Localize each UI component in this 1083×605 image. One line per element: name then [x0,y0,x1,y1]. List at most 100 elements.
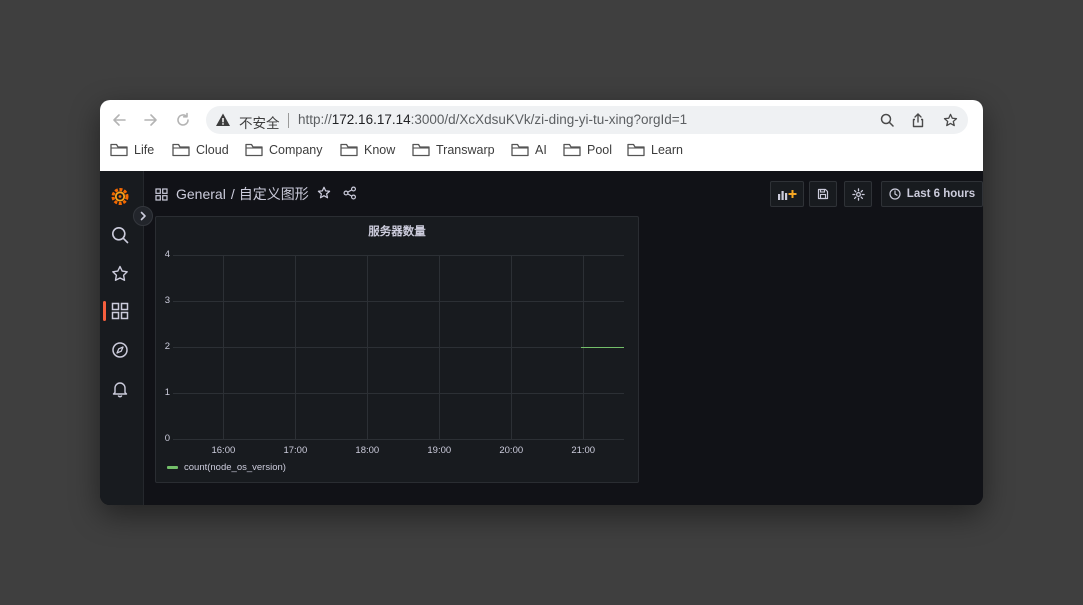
add-panel-button[interactable] [770,181,804,207]
share-page-button[interactable] [909,111,927,129]
bookmark-label: AI [535,143,547,157]
zoom-button[interactable] [878,111,896,129]
bookmark-star-icon [943,113,957,126]
share-nodes-icon [343,186,356,200]
grid-line-vertical [223,255,225,439]
bookmark-folder-learn[interactable]: Learn [627,143,683,157]
bookmark-folder-pool[interactable]: Pool [563,143,612,157]
security-status-label[interactable]: 不安全 [239,112,280,132]
home-logo-link[interactable] [110,186,130,206]
forward-button[interactable] [139,108,163,132]
sidemenu-explore[interactable] [110,340,130,360]
star-icon [112,265,128,281]
reload-icon [177,112,189,126]
panel-title[interactable]: 服务器数量 [156,223,638,239]
clock-icon [889,188,901,200]
folder-icon [563,143,581,157]
forward-arrow-icon [144,114,157,126]
sidemenu-dashboards[interactable] [110,301,130,321]
folder-icon [627,143,645,157]
save-dashboard-button[interactable] [809,181,837,207]
share-dashboard-button[interactable] [343,186,357,203]
x-tick-label: 17:00 [283,445,308,456]
sidemenu-search[interactable] [110,225,130,245]
star-outline-icon [317,186,330,198]
bookmark-star-button[interactable] [941,111,959,129]
bookmark-folder-ai[interactable]: AI [511,143,547,157]
dashboard-settings-button[interactable] [844,181,872,207]
browser-window: 不安全 http://172.16.17.14:3000/d/XcXdsuKVk… [100,100,983,505]
legend-color-swatch [167,466,178,469]
mark-favorite-button[interactable] [317,186,331,203]
time-picker-button[interactable]: Last 6 hours [881,181,983,207]
bookmark-label: Transwarp [436,143,495,157]
bookmarks-bar: Life Cloud Company Know Transwarp AI Poo… [100,140,983,164]
save-icon [817,188,829,200]
dashboards-icon [111,302,129,320]
time-range-label: Last 6 hours [906,188,976,200]
search-icon [112,227,129,244]
bookmark-folder-company[interactable]: Company [245,143,323,157]
bookmark-folder-life[interactable]: Life [110,143,154,157]
grid-line-horizontal [173,347,624,348]
active-indicator [103,301,106,321]
chevron-right-icon [140,211,146,221]
url-prefix: http:// [298,112,332,127]
series-line [580,347,624,348]
grid-line-vertical [295,255,297,439]
y-tick-label: 2 [164,341,170,352]
bookmark-label: Life [134,143,155,157]
grafana-logo-icon [111,188,129,205]
y-tick-label: 1 [164,387,170,398]
folder-icon [110,143,128,157]
grid-line-vertical [367,255,369,439]
folder-icon [245,143,263,157]
address-separator [288,113,289,128]
bookmark-folder-know[interactable]: Know [340,143,395,157]
url-path: :3000/d/XcXdsuKVk/zi-ding-yi-tu-xing?org… [410,112,688,127]
warning-triangle-icon[interactable] [215,112,231,128]
legend-label: count(node_os_version) [184,462,286,473]
add-panel-icon [778,189,797,200]
x-tick-label: 18:00 [355,445,380,456]
bookmark-label: Company [269,143,323,157]
alerting-bell-icon [112,382,128,398]
y-tick-label: 3 [164,295,170,306]
legend-item[interactable]: count(node_os_version) [167,462,286,473]
back-arrow-icon [113,114,126,126]
folder-icon [511,143,529,157]
share-upload-icon [912,112,924,127]
sidemenu-alerting[interactable] [110,379,130,399]
x-tick-label: 21:00 [571,445,596,456]
folder-icon [340,143,358,157]
folder-icon [412,143,430,157]
dashboard-title[interactable]: 自定义图形 [239,184,309,204]
bookmark-folder-transwarp[interactable]: Transwarp [412,143,495,157]
bookmark-label: Know [364,143,396,157]
y-tick-label: 4 [164,249,170,260]
bookmark-label: Learn [651,143,683,157]
y-tick-label: 0 [164,433,170,444]
expand-menu-button[interactable] [133,206,153,226]
explore-icon [112,342,128,358]
x-tick-label: 19:00 [427,445,452,456]
folder-link[interactable]: General [176,186,226,202]
x-tick-label: 20:00 [499,445,524,456]
reload-button[interactable] [171,108,195,132]
grafana-app: General / 自定义图形 Last 6 hours 服务器数量 4 3 2… [100,171,983,505]
grid-line-horizontal [173,301,624,302]
bookmark-folder-cloud[interactable]: Cloud [172,143,229,157]
address-bar[interactable]: 不安全 http://172.16.17.14:3000/d/XcXdsuKVk… [206,106,968,134]
grid-line-vertical [439,255,441,439]
graph-panel[interactable]: 服务器数量 4 3 2 1 0 16:00 17:00 18:00 19:00 20:00 21:0… [155,216,639,483]
url-host: 172.16.17.14 [331,112,411,127]
back-button[interactable] [107,108,131,132]
folder-icon [172,143,190,157]
bookmark-label: Cloud [196,143,229,157]
magnifier-icon [880,113,894,127]
grid-line-horizontal [173,439,624,440]
url-text[interactable]: http://172.16.17.14:3000/d/XcXdsuKVk/zi-… [298,112,687,127]
browser-toolbar: 不安全 http://172.16.17.14:3000/d/XcXdsuKVk… [100,100,983,171]
sidemenu-starred[interactable] [110,264,130,284]
breadcrumb-separator: / [230,186,235,202]
